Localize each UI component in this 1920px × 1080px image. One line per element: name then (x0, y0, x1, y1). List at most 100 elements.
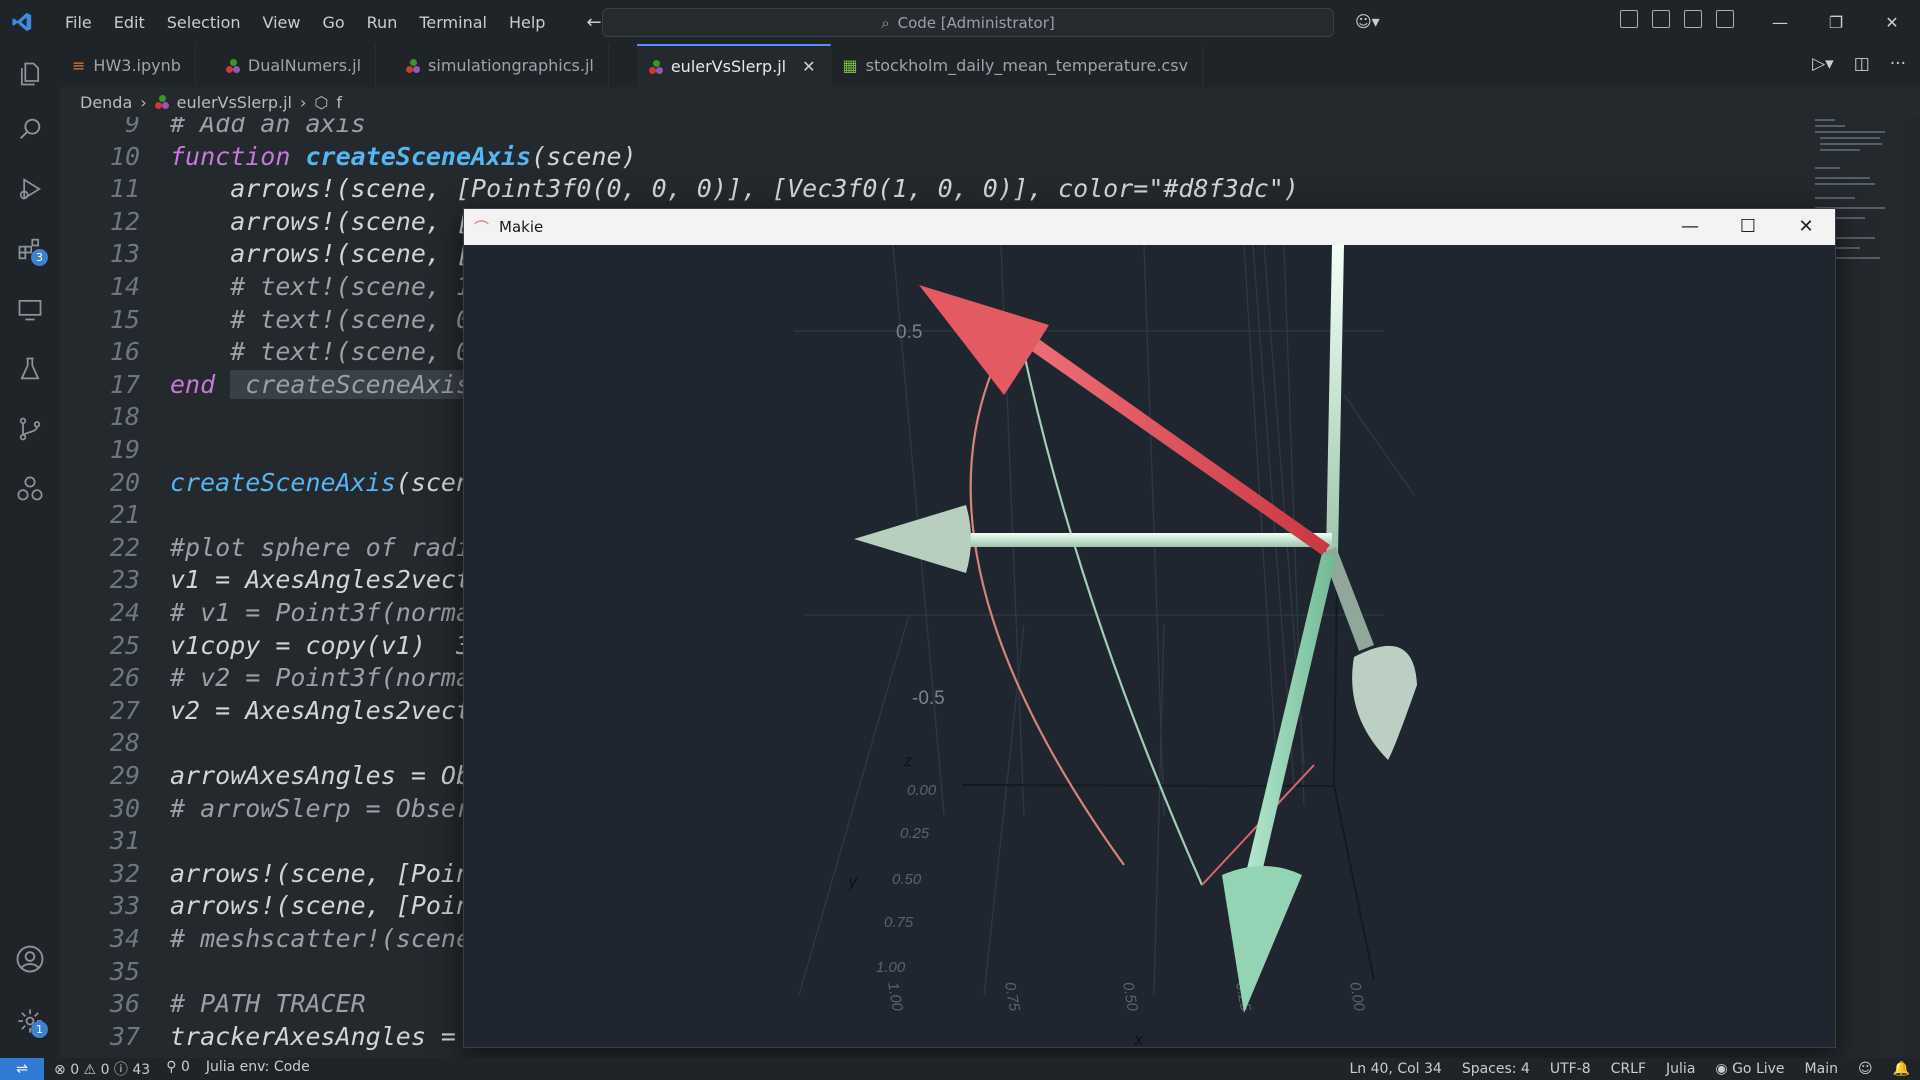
line-number: 9 (124, 117, 140, 138)
close-icon[interactable]: ✕ (1864, 13, 1920, 32)
julia-file-icon (225, 58, 240, 73)
code-text: # Add an axis (170, 117, 366, 138)
notifications-bell-icon[interactable]: 🔔 (1893, 1061, 1910, 1077)
cursor-position[interactable]: Ln 40, Col 34 (1349, 1061, 1441, 1077)
tab-label: HW3.ipynb (93, 56, 181, 75)
line-number: 25 (109, 630, 140, 660)
y-tick-label: 0.75 (884, 914, 914, 931)
makie-close-icon[interactable]: ✕ (1777, 209, 1835, 245)
run-play-icon[interactable]: ▷▾ (1812, 54, 1834, 74)
toggle-sidebar-icon[interactable] (1652, 10, 1670, 28)
julia-env[interactable]: Julia env: Code (206, 1059, 310, 1079)
feedback-icon[interactable]: ☺ (1858, 1061, 1873, 1077)
code-text: arrowAxesAngles = Ob (170, 761, 472, 790)
split-editor-icon[interactable]: ◫ (1854, 54, 1870, 74)
code-line[interactable]: 11 arrows!(scene, [Point3f0(0, 0, 0)], [… (60, 174, 1920, 206)
chevron-right-icon: › (140, 92, 147, 112)
makie-maximize-icon[interactable]: ☐ (1719, 209, 1777, 245)
source-control-icon[interactable] (0, 404, 60, 454)
code-text: arrows!(scene, [ (170, 206, 472, 236)
makie-window[interactable]: ⌒ Makie — ☐ ✕ 0.5 -0.5 z 0.00 0.25 0.50 … (463, 208, 1836, 1048)
command-center[interactable]: ⌕ Code [Administrator] (602, 8, 1334, 37)
indentation[interactable]: Spaces: 4 (1462, 1061, 1530, 1077)
breadcrumb-folder[interactable]: Denda (80, 93, 132, 112)
code-line[interactable]: 10 function createSceneAxis(scene) (60, 142, 1920, 174)
extensions-badge: 3 (31, 249, 48, 266)
line-number: 12 (109, 206, 140, 236)
menu-terminal[interactable]: Terminal (408, 13, 498, 32)
go-live[interactable]: ◉ Go Live (1715, 1061, 1784, 1077)
back-arrow-icon[interactable]: ← (586, 12, 601, 33)
function-call: createSceneAxis (170, 467, 396, 497)
manage-gear-icon[interactable]: 1 (0, 996, 60, 1046)
x-tick-label: 0.00 (1346, 981, 1368, 1013)
breadcrumb-file[interactable]: eulerVsSlerp.jl (177, 93, 292, 112)
makie-3d-scene[interactable]: 0.5 -0.5 z 0.00 0.25 0.50 0.75 1.00 y 1.… (464, 245, 1835, 1047)
line-number: 17 (109, 369, 140, 399)
more-actions-icon[interactable]: ··· (1890, 54, 1906, 74)
close-tab-icon[interactable]: ✕ (802, 57, 815, 76)
account-icon[interactable] (0, 934, 60, 984)
code-text: v1 = AxesAngles2vect (170, 565, 472, 595)
code-text: arrows!(scene, [Poin (170, 891, 472, 921)
tab-stockholm-csv[interactable]: ▦ stockholm_daily_mean_temperature.csv (831, 44, 1204, 87)
command-center-label: Code [Administrator] (897, 13, 1055, 32)
menu-run[interactable]: Run (356, 13, 409, 32)
code-text: trackerAxesAngles = (170, 1021, 456, 1051)
run-debug-icon[interactable] (0, 164, 60, 214)
explorer-icon[interactable] (0, 49, 60, 99)
x-tick-labels: 1.00 0.75 0.50 0.25 0.00 (884, 981, 1368, 1013)
menu-edit[interactable]: Edit (103, 13, 156, 32)
makie-minimize-icon[interactable]: — (1661, 209, 1719, 245)
tab-eulervsslerp[interactable]: eulerVsSlerp.jl ✕ (636, 44, 831, 87)
keyword: end (170, 369, 231, 399)
menu-go[interactable]: Go (311, 13, 355, 32)
menu-help[interactable]: Help (498, 13, 556, 32)
minimize-icon[interactable]: — (1752, 13, 1808, 32)
tab-hw3[interactable]: ≡ HW3.ipynb (60, 44, 196, 87)
testing-icon[interactable] (0, 344, 60, 394)
encoding[interactable]: UTF-8 (1550, 1061, 1591, 1077)
y-tick-labels: 0.00 0.25 0.50 0.75 1.00 (876, 782, 937, 976)
menu-selection[interactable]: Selection (156, 13, 252, 32)
menu-bar: File Edit Selection View Go Run Terminal… (54, 13, 556, 32)
ports-indicator[interactable]: ⚲ 0 (166, 1059, 190, 1079)
line-number: 14 (109, 272, 140, 301)
editor-tabs: ≡ HW3.ipynb DualNumers.jl simulationgrap… (60, 44, 1920, 87)
x-tick-label: 0.75 (1001, 981, 1023, 1013)
ports-count: 0 (180, 1059, 190, 1075)
code-text: arrows!(scene, [Point3f0(0, 0, 0)], [Vec… (170, 174, 1299, 204)
tab-label: simulationgraphics.jl (428, 56, 594, 75)
extensions-icon[interactable]: 3 (0, 224, 60, 274)
toggle-panel-icon[interactable] (1684, 10, 1702, 28)
tab-dualnumers[interactable]: DualNumers.jl (196, 44, 377, 87)
info-count: 43 (132, 1062, 151, 1078)
toggle-secondary-sidebar-icon[interactable] (1716, 10, 1734, 28)
line-number: 27 (109, 695, 140, 725)
line-number: 18 (109, 402, 140, 432)
remote-indicator-icon[interactable]: ⇌ (0, 1058, 44, 1080)
breadcrumb-symbol[interactable]: f (336, 93, 342, 112)
copilot-icon[interactable]: ☺▾ (1355, 12, 1380, 31)
tab-simulationgraphics[interactable]: simulationgraphics.jl (376, 44, 609, 87)
code-text: # v1 = Point3f(norma (170, 598, 472, 627)
vscode-logo-icon (0, 0, 44, 44)
branch[interactable]: Main (1805, 1061, 1838, 1077)
menu-view[interactable]: View (252, 13, 312, 32)
go-live-label: Go Live (1732, 1061, 1785, 1077)
makie-title-bar[interactable]: ⌒ Makie — ☐ ✕ (464, 209, 1835, 245)
line-number: 23 (109, 565, 140, 595)
julia-icon[interactable] (0, 464, 60, 514)
y-tick-label: 1.00 (876, 959, 906, 976)
restore-icon[interactable]: ❐ (1808, 13, 1864, 32)
remote-explorer-icon[interactable] (0, 284, 60, 334)
end-of-line[interactable]: CRLF (1611, 1061, 1646, 1077)
editor-scrollbar[interactable] (1906, 117, 1920, 1058)
customize-layout-icon[interactable] (1620, 10, 1638, 28)
code-line[interactable]: 9 # Add an axis (60, 117, 1920, 141)
problems-indicator[interactable]: ⊗ 0 ⚠ 0 ⓘ 43 (54, 1059, 150, 1079)
language-mode[interactable]: Julia (1666, 1061, 1695, 1077)
line-number: 22 (109, 532, 140, 562)
menu-file[interactable]: File (54, 13, 103, 32)
search-icon[interactable] (0, 104, 60, 154)
